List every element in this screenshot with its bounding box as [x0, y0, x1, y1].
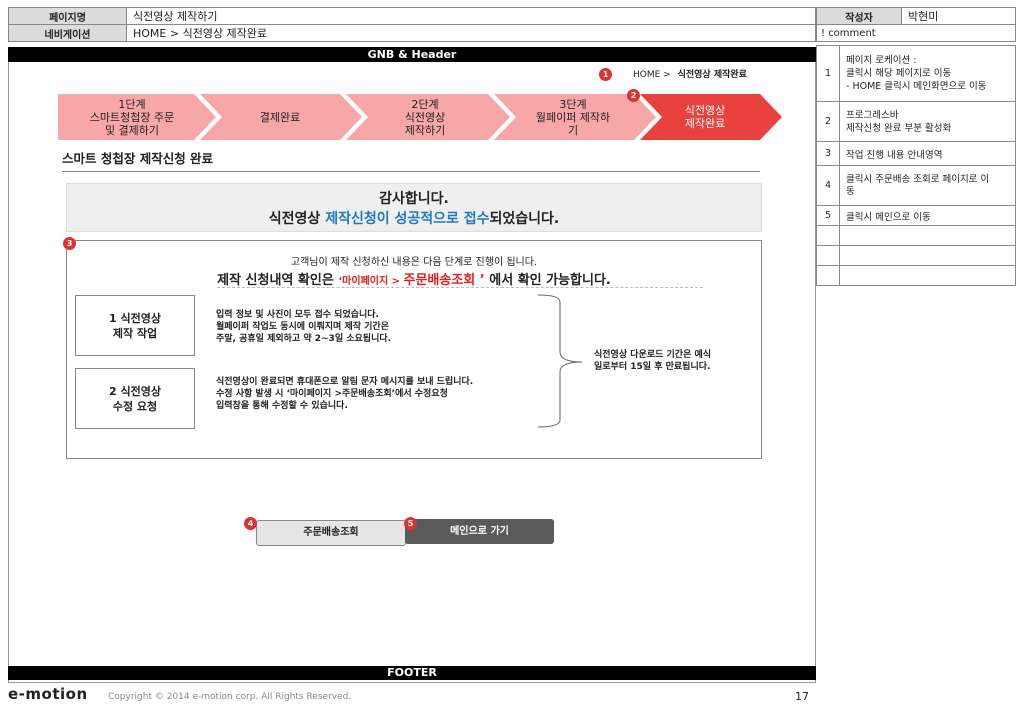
page-meta-table: 페이지명 식전영상 제작하기 네비게이션 HOME > 식전영상 제작완료 — [8, 7, 816, 42]
dashed-divider — [217, 287, 703, 288]
comment-text: 페이지 로케이션 : 클릭시 해당 페이지로 이동 - HOME 클릭시 메인화면으… — [839, 45, 1016, 102]
order-tracking-button[interactable]: 주문배송조회 — [256, 520, 406, 546]
thanks-line2: 식전영상 제작신청이 성공적으로 접수되었습니다. — [268, 211, 560, 227]
author-table: 작성자 박현미 ! comment — [816, 7, 1016, 42]
breadcrumb: HOME > 식전영상 제작완료 — [633, 67, 747, 80]
curly-brace — [537, 294, 583, 428]
step-2: 결제완료 — [259, 110, 301, 124]
comment-num: 5 — [816, 205, 840, 226]
item1-title-box: 1 식전영상 제작 작업 — [75, 295, 195, 356]
nav-path-value: HOME > 식전영상 제작완료 — [126, 24, 816, 42]
author-label: 작성자 — [816, 7, 902, 25]
gnb-header: GNB & Header — [8, 47, 816, 62]
item2-title-box: 2 식전영상 수정 요청 — [75, 368, 195, 429]
annotation-marker-1: 1 — [599, 68, 612, 81]
nav-label: 네비게이션 — [8, 24, 127, 42]
step-3: 2단계 식전영상 제작하기 — [404, 97, 446, 137]
item1-desc: 입력 정보 및 사진이 모두 접수 되었습니다. 월페이퍼 작업도 동시에 이뤄지… — [216, 310, 392, 344]
info-confirm: 제작 신청내역 확인은 ‘마이페이지 > 주문배송조회 ’ 에서 확인 가능합니… — [217, 273, 611, 288]
step-5-active: 식전영상 제작완료 — [684, 104, 726, 130]
author-value: 박현미 — [901, 7, 1016, 25]
breadcrumb-home[interactable]: HOME > — [633, 70, 671, 80]
comment-header: ! comment — [816, 24, 1016, 42]
go-main-button[interactable]: 메인으로 가기 — [405, 519, 554, 544]
comment-text: 작업 진행 내용 안내영역 — [839, 141, 1016, 166]
step-4: 3단계 월페이퍼 제작하 기 — [535, 97, 611, 137]
thanks-box: 감사합니다. 식전영상 제작신청이 성공적으로 접수되었습니다. — [66, 183, 762, 232]
comment-text: 프로그레스바 제작신청 완료 부분 활성화 — [839, 101, 1016, 142]
copyright: Copyright © 2014 e-motion corp. All Righ… — [108, 692, 352, 702]
comment-num: 4 — [816, 165, 840, 206]
comment-text: 클릭시 주문배송 조회로 페이지로 이동 — [839, 165, 1016, 206]
comment-table: 1 페이지 로케이션 : 클릭시 해당 페이지로 이동 - HOME 클릭시 메인화… — [816, 45, 1016, 286]
comment-num: 1 — [816, 45, 840, 102]
step-1: 1단계 스마트청첩장 주문 및 결제하기 — [89, 97, 175, 137]
annotation-marker-3: 3 — [63, 237, 76, 250]
annotation-marker-2: 2 — [627, 89, 640, 102]
annotation-marker-4: 4 — [244, 517, 257, 530]
section-title: 스마트 청첩장 제작신청 완료 — [62, 151, 214, 166]
page-name-value: 식전영상 제작하기 — [126, 7, 816, 25]
item2-desc: 식전영상이 완료되면 휴대폰으로 알림 문자 메시지를 보내 드립니다. 수정 사… — [216, 377, 474, 411]
annotation-marker-5: 5 — [404, 517, 417, 530]
footer-bar: FOOTER — [8, 666, 816, 680]
page-name-label: 페이지명 — [8, 7, 127, 25]
section-divider — [62, 171, 760, 172]
comment-num: 3 — [816, 141, 840, 166]
download-note: 식전영상 다운로드 기간은 예식 일로부터 15일 후 만료됩니다. — [594, 350, 712, 372]
page-number: 17 — [795, 690, 809, 703]
breadcrumb-current: 식전영상 제작완료 — [677, 70, 747, 80]
thanks-line1: 감사합니다. — [379, 191, 449, 207]
info-intro: 고객님이 제작 신청하신 내용은 다음 단계로 진행이 됩니다. — [290, 257, 538, 268]
comment-text: 클릭시 메인으로 이동 — [839, 205, 1016, 226]
emotion-logo: e-motion — [8, 685, 88, 703]
comment-num: 2 — [816, 101, 840, 142]
